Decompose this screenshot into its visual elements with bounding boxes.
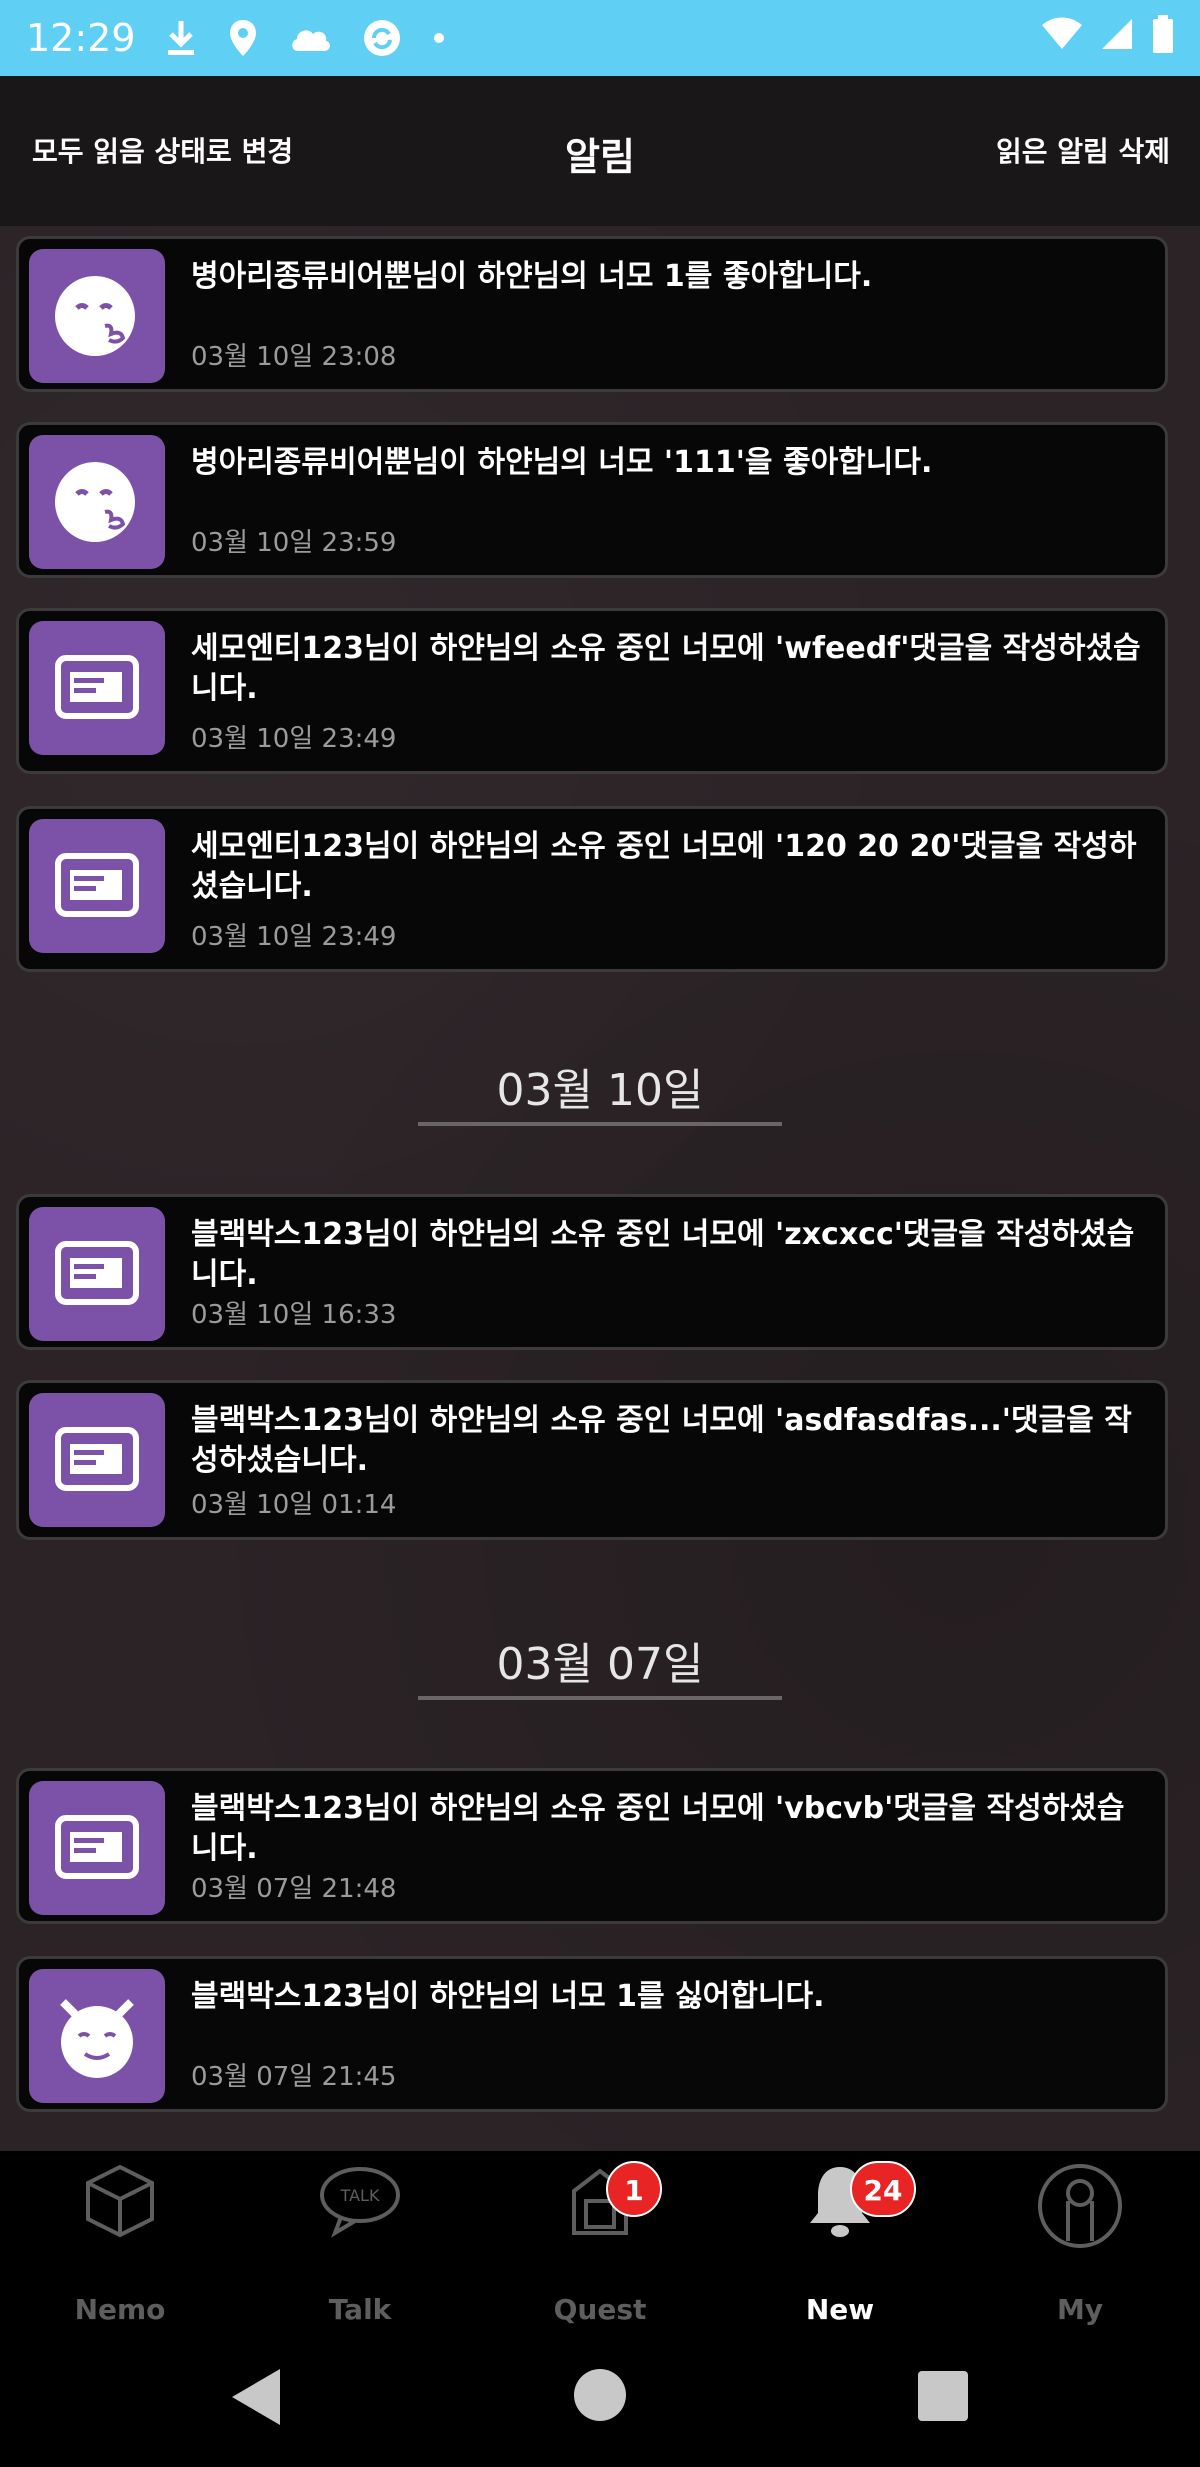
nav-label: My (1056, 2293, 1104, 2326)
notification-message: 블랙박스123님이 하얀님의 소유 중인 너모에 'zxcxcc'댓글을 작성하… (191, 1217, 1135, 1292)
notification-card[interactable]: 블랙박스123님이 하얀님의 너모 1를 싫어합니다. 03월 07일 21:4… (16, 1956, 1168, 2112)
location-icon (228, 18, 258, 58)
chat-icon: TALK (320, 2167, 400, 2238)
message-icon (29, 1781, 165, 1915)
download-icon (164, 19, 198, 57)
notification-card[interactable]: 블랙박스123님이 하얀님의 소유 중인 너모에 'asdfasdfas...'… (16, 1380, 1168, 1540)
notification-card[interactable]: 블랙박스123님이 하얀님의 소유 중인 너모에 'zxcxcc'댓글을 작성하… (16, 1194, 1168, 1350)
delete-read-button[interactable]: 읽은 알림 삭제 (996, 130, 1170, 170)
status-time: 12:29 (26, 16, 136, 60)
notification-card[interactable]: 병아리종류비어뿐님이 하얀님의 너모 '111'을 좋아합니다. 03월 10일… (16, 422, 1168, 578)
nav-label: New (805, 2293, 875, 2326)
date-label: 03월 07일 (496, 1639, 704, 1690)
notification-message: 블랙박스123님이 하얀님의 소유 중인 너모에 'vbcvb'댓글을 작성하셨… (191, 1791, 1125, 1866)
svg-text:TALK: TALK (340, 2186, 380, 2205)
new-badge: 24 (850, 2161, 916, 2217)
notification-time: 03월 10일 23:49 (191, 922, 397, 952)
sync-icon (362, 18, 402, 58)
notification-time: 03월 10일 16:33 (191, 1300, 397, 1330)
notification-card[interactable]: 세모엔티123님이 하얀님의 소유 중인 너모에 'wfeedf'댓글을 작성하… (16, 608, 1168, 774)
home-icon[interactable] (572, 2367, 628, 2423)
wifi-icon (1042, 16, 1082, 60)
notification-time: 03월 10일 23:49 (191, 724, 397, 754)
notification-time: 03월 10일 23:08 (191, 342, 397, 372)
date-label: 03월 10일 (496, 1065, 704, 1116)
notification-time: 03월 07일 21:48 (191, 1874, 397, 1904)
notification-message: 블랙박스123님이 하얀님의 소유 중인 너모에 'asdfasdfas...'… (191, 1403, 1132, 1478)
box-icon (86, 2164, 154, 2238)
message-icon (29, 1207, 165, 1341)
notification-time: 03월 10일 23:59 (191, 528, 397, 558)
notification-time: 03월 10일 01:14 (191, 1490, 397, 1520)
message-icon (29, 1393, 165, 1527)
cloud-icon (288, 23, 332, 53)
nav-item-quest[interactable]: Quest 1 (500, 2161, 700, 2326)
signal-icon (1100, 16, 1134, 60)
message-icon (29, 819, 165, 953)
nav-item-nemo[interactable]: Nemo (20, 2161, 220, 2326)
devil-icon (29, 1969, 165, 2103)
notification-card[interactable]: 블랙박스123님이 하얀님의 소유 중인 너모에 'vbcvb'댓글을 작성하셨… (16, 1768, 1168, 1924)
date-divider (418, 1696, 782, 1700)
date-divider (418, 1122, 782, 1126)
status-bar: 12:29 (0, 0, 1200, 76)
app-header: 모두 읽음 상태로 변경 알림 읽은 알림 삭제 (0, 76, 1200, 226)
bottom-nav: Nemo TALK Talk Quest 1 New 24 My (0, 2151, 1200, 2327)
battery-icon (1152, 14, 1174, 62)
system-nav-bar (0, 2327, 1200, 2467)
app-content: 모두 읽음 상태로 변경 알림 읽은 알림 삭제 병아리종류비어뿐님이 하얀님의… (0, 76, 1200, 2151)
notification-message: 병아리종류비어뿐님이 하얀님의 너모 '111'을 좋아합니다. (191, 445, 933, 480)
nav-item-talk[interactable]: TALK Talk (260, 2161, 460, 2326)
notification-message: 세모엔티123님이 하얀님의 소유 중인 너모에 '120 20 20'댓글을 … (191, 829, 1137, 904)
nav-label: Nemo (74, 2293, 166, 2326)
recents-icon[interactable] (916, 2369, 970, 2423)
face-icon (29, 249, 165, 383)
nav-label: Talk (328, 2293, 392, 2326)
notification-time: 03월 07일 21:45 (191, 2062, 397, 2092)
notification-message: 병아리종류비어뿐님이 하얀님의 너모 1를 좋아합니다. (191, 259, 873, 294)
face-icon (29, 435, 165, 569)
dot-icon (432, 31, 446, 45)
date-separator: 03월 07일 (0, 1628, 1200, 1700)
quest-badge: 1 (606, 2161, 662, 2217)
notification-message: 블랙박스123님이 하얀님의 너모 1를 싫어합니다. (191, 1979, 825, 2014)
profile-icon (1038, 2164, 1122, 2248)
nav-label: Quest (553, 2293, 647, 2326)
notification-message: 세모엔티123님이 하얀님의 소유 중인 너모에 'wfeedf'댓글을 작성하… (191, 631, 1141, 706)
back-icon[interactable] (226, 2365, 284, 2429)
notification-card[interactable]: 세모엔티123님이 하얀님의 소유 중인 너모에 '120 20 20'댓글을 … (16, 806, 1168, 972)
nav-item-new[interactable]: New 24 (740, 2161, 940, 2326)
nav-item-my[interactable]: My (980, 2161, 1180, 2326)
date-separator: 03월 10일 (0, 1054, 1200, 1126)
message-icon (29, 621, 165, 755)
notification-card[interactable]: 병아리종류비어뿐님이 하얀님의 너모 1를 좋아합니다. 03월 10일 23:… (16, 236, 1168, 392)
